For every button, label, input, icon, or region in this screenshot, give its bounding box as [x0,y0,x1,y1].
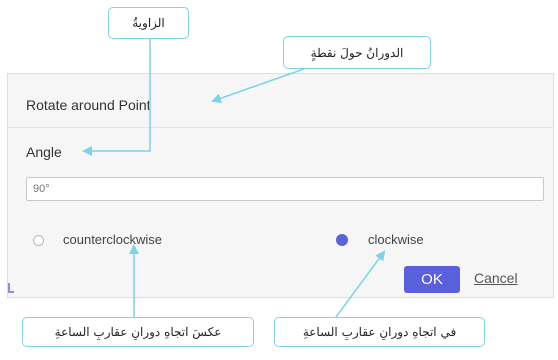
clockwise-arrow [335,250,386,318]
callout-arrows [82,39,386,318]
callout-rotate-around-point: الدورانُ حولَ نقطةٍ [283,36,431,69]
callout-angle: الزاويةُ [108,7,189,39]
callout-counterclockwise: عكسَ اتجاهِ دورانِ عقاربِ الساعةِ [22,317,254,347]
rotate-arrow [211,68,305,104]
callout-clockwise: في اتجاهِ دورانِ عقاربِ الساعةِ [274,317,485,347]
angle-arrow [82,39,151,156]
